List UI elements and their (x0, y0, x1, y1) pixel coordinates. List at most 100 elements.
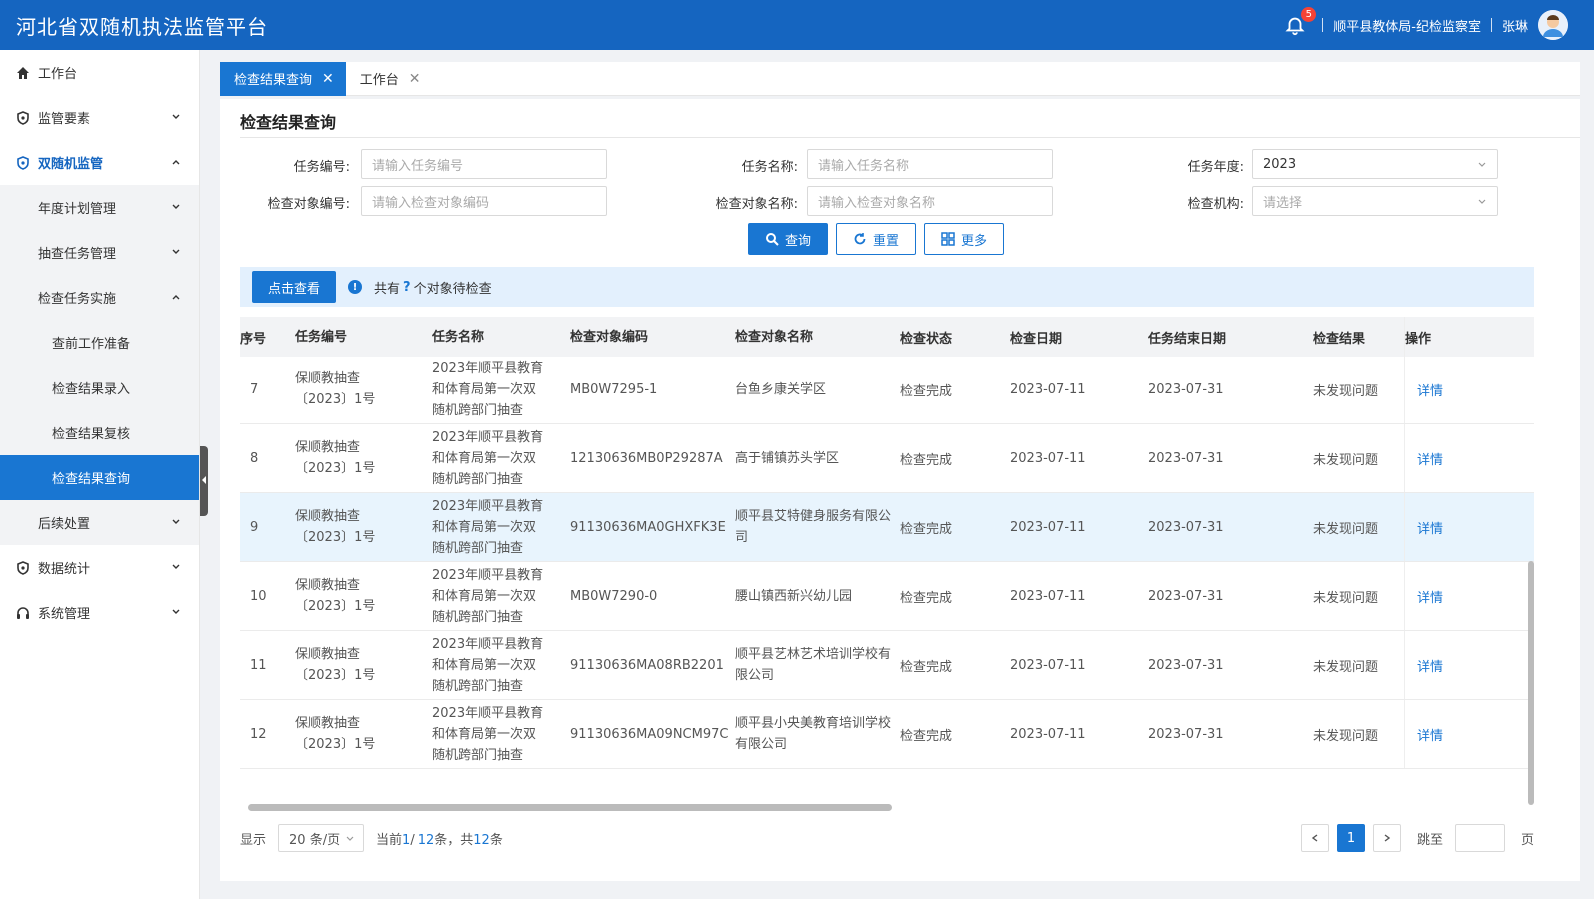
target-no-label: 检查对象编号: (267, 197, 350, 212)
horizontal-scrollbar[interactable] (248, 804, 892, 811)
col-header-target-code: 检查对象编码 (570, 329, 649, 345)
table-row[interactable]: 9 保顺教抽查 〔2023〕1号 2023年顺平县教育 和体育局第一次双 随机跨部门抽查 9… (240, 493, 1534, 562)
sidebar-item-supervision-elements[interactable]: 监管要素 (0, 95, 199, 140)
sidebar-item-result-entry[interactable]: 检查结果录入 (0, 365, 199, 410)
chevron-down-icon (172, 609, 180, 614)
cell-date: 2023-07-11 (1010, 519, 1086, 535)
sidebar: 工作台 监管要素 双随机监管 年度计划管理 抽查任务管理 检查任务实施 查前工作… (0, 50, 200, 899)
cell-no: 8 (250, 450, 259, 466)
cell-end-date: 2023-07-31 (1148, 657, 1224, 673)
table-row[interactable]: 7 保顺教抽查 〔2023〕1号 2023年顺平县教育 和体育局第一次双 随机跨部门抽查 M… (240, 355, 1534, 424)
cell-target-name: 腰山镇西新兴幼儿园 (735, 588, 853, 604)
vertical-scrollbar[interactable] (1528, 561, 1534, 805)
sidebar-item-result-query[interactable]: 检查结果查询 (0, 455, 199, 500)
user-name[interactable]: 张琳 (1502, 16, 1528, 35)
header-right: 5 顺平县教体局-纪检监察室 张琳 (1284, 7, 1568, 40)
cell-target-name: 高于铺镇苏头学区 (735, 450, 840, 466)
query-button[interactable]: 查询 (748, 223, 828, 255)
cell-date: 2023-07-11 (1010, 726, 1086, 742)
cell-task-no-line: 〔2023〕1号 (295, 668, 376, 683)
divider (1490, 18, 1492, 32)
cell-task-name-line: 随机跨部门抽查 (432, 471, 524, 487)
task-name-placeholder: 请输入任务名称 (818, 158, 910, 174)
avatar[interactable] (1538, 10, 1568, 40)
sidebar-item-label: 抽查任务管理 (38, 247, 117, 262)
sidebar-item-pre-check-prep[interactable]: 查前工作准备 (0, 320, 199, 365)
sidebar-item-follow-up[interactable]: 后续处置 (0, 500, 199, 545)
cell-task-name-line: 随机跨部门抽查 (432, 402, 524, 418)
cell-task-name: 2023年顺平县教育 和体育局第一次双 随机跨部门抽查 (432, 565, 570, 628)
sidebar-item-workbench[interactable]: 工作台 (0, 50, 199, 95)
page-info-total: 12 (473, 832, 490, 848)
goto-page-input[interactable] (1454, 824, 1505, 852)
cell-action: 详情 (1404, 493, 1514, 561)
detail-link[interactable]: 详情 (1417, 380, 1443, 399)
click-view-button[interactable]: 点击查看 (252, 271, 337, 303)
tab-result-query[interactable]: 检查结果查询 ✕ (220, 61, 346, 96)
cell-task-name-line: 2023年顺平县教育 (432, 705, 544, 721)
detail-link[interactable]: 详情 (1417, 656, 1443, 675)
sidebar-item-task-management[interactable]: 抽查任务管理 (0, 230, 199, 275)
chevron-down-icon (1478, 162, 1486, 167)
notification-badge: 5 (1301, 7, 1317, 22)
cell-task-no: 保顺教抽查 〔2023〕1号 (295, 437, 432, 479)
cell-target-name: 顺平县小央美教育培训学校有限公司 (735, 716, 892, 752)
task-name-input[interactable]: 请输入任务名称 (807, 149, 1053, 179)
sidebar-item-double-random[interactable]: 双随机监管 (0, 140, 199, 185)
org-select[interactable]: 请选择 (1252, 186, 1498, 216)
sidebar-item-statistics[interactable]: 数据统计 (0, 545, 199, 590)
divider (240, 137, 1580, 138)
sidebar-item-system[interactable]: 系统管理 (0, 590, 199, 635)
detail-link[interactable]: 详情 (1417, 725, 1443, 744)
shield-icon (16, 560, 30, 575)
table-row[interactable]: 8 保顺教抽查 〔2023〕1号 2023年顺平县教育 和体育局第一次双 随机跨部门抽查 1… (240, 424, 1534, 493)
cell-action: 详情 (1404, 424, 1514, 492)
task-year-label: 任务年度: (1187, 160, 1244, 175)
cell-no: 11 (250, 657, 267, 673)
cell-task-name-line: 和体育局第一次双 (432, 726, 537, 742)
cell-no: 7 (250, 381, 259, 397)
page-info-prefix: 当前 (376, 832, 403, 848)
tab-label: 工作台 (359, 73, 399, 88)
page-size-select[interactable]: 20 条/页 (278, 824, 365, 852)
target-name-input[interactable]: 请输入检查对象名称 (807, 186, 1053, 216)
table-row[interactable]: 12 保顺教抽查 〔2023〕1号 2023年顺平县教育 和体育局第一次双 随机跨部门抽查… (240, 700, 1534, 769)
tab-workbench[interactable]: 工作台 ✕ (346, 62, 433, 96)
close-icon[interactable]: ✕ (409, 71, 421, 87)
detail-link[interactable]: 详情 (1417, 587, 1443, 606)
table-header: 序号 任务编号 任务名称 检查对象编码 检查对象名称 检查状态 检查日期 任务结… (240, 317, 1534, 357)
home-icon (16, 66, 30, 80)
page-button-1[interactable]: 1 (1336, 824, 1365, 852)
col-header-result: 检查结果 (1313, 331, 1366, 347)
chevron-left-icon (1311, 834, 1318, 842)
detail-link[interactable]: 详情 (1417, 518, 1443, 537)
col-header-no: 序号 (240, 331, 267, 347)
notification-bell-icon[interactable]: 5 (1284, 7, 1317, 36)
table-row[interactable]: 10 保顺教抽查 〔2023〕1号 2023年顺平县教育 和体育局第一次双 随机跨部门抽查… (240, 562, 1534, 631)
sidebar-item-annual-plan[interactable]: 年度计划管理 (0, 185, 199, 230)
cell-task-name-line: 2023年顺平县教育 (432, 429, 544, 445)
cell-status: 检查完成 (900, 659, 953, 675)
close-icon[interactable]: ✕ (322, 71, 334, 87)
cell-task-name-line: 随机跨部门抽查 (432, 678, 524, 694)
sidebar-item-task-execution[interactable]: 检查任务实施 (0, 275, 199, 320)
sidebar-collapse-handle[interactable] (200, 446, 208, 516)
sidebar-item-result-review[interactable]: 检查结果复核 (0, 410, 199, 455)
show-label: 显示 (240, 832, 267, 848)
prev-page-button[interactable] (1300, 824, 1329, 852)
cell-task-name: 2023年顺平县教育 和体育局第一次双 随机跨部门抽查 (432, 358, 570, 421)
org-name[interactable]: 顺平县教体局-纪检监察室 (1333, 16, 1481, 35)
cell-target-code: MB0W7290-0 (570, 588, 658, 604)
more-button[interactable]: 更多 (924, 223, 1004, 255)
next-page-button[interactable] (1372, 824, 1401, 852)
cell-result: 未发现问题 (1313, 452, 1379, 468)
task-no-label: 任务编号: (293, 160, 350, 175)
detail-link[interactable]: 详情 (1417, 449, 1443, 468)
task-year-select[interactable]: 2023 (1252, 149, 1498, 179)
task-no-input[interactable]: 请输入任务编号 (361, 149, 607, 179)
cell-task-name-line: 2023年顺平县教育 (432, 360, 544, 376)
reset-button[interactable]: 重置 (836, 223, 916, 255)
sidebar-item-label: 查前工作准备 (52, 337, 131, 352)
table-row[interactable]: 11 保顺教抽查 〔2023〕1号 2023年顺平县教育 和体育局第一次双 随机跨部门抽查… (240, 631, 1534, 700)
target-no-input[interactable]: 请输入检查对象编码 (361, 186, 607, 216)
